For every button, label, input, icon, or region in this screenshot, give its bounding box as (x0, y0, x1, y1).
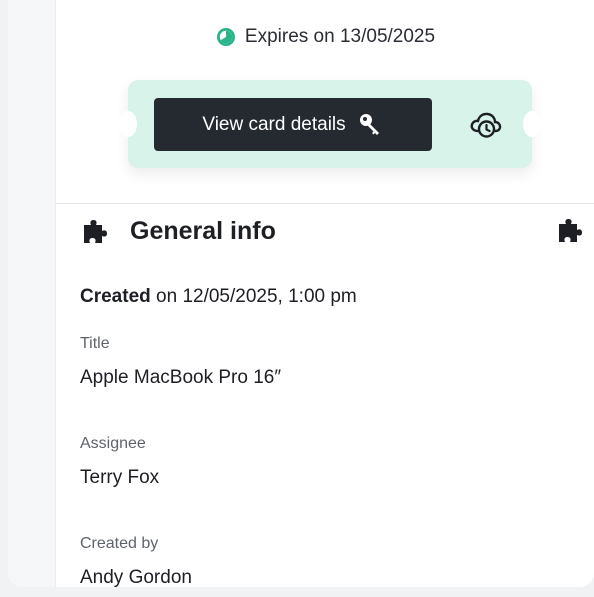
section-title: General info (130, 216, 276, 245)
puzzle-icon (84, 220, 107, 243)
details-panel: Expires on 13/05/2025 View card details (55, 0, 594, 587)
field-label: Created by (80, 535, 159, 552)
ticket-notch-left (119, 111, 137, 137)
cloud-schedule-button[interactable] (468, 108, 504, 142)
section-divider (56, 203, 594, 204)
app-frame: Expires on 13/05/2025 View card details (8, 0, 594, 587)
expiry-line: Expires on 13/05/2025 (56, 26, 594, 48)
created-line: Created on 12/05/2025, 1:00 pm (80, 286, 357, 308)
clock-progress-icon (216, 27, 236, 47)
puzzle-icon[interactable] (555, 214, 587, 246)
cloud-clock-icon (470, 112, 502, 138)
created-date: on 12/05/2025, 1:00 pm (150, 286, 357, 307)
view-card-details-label: View card details (202, 113, 346, 135)
field-label: Assignee (80, 435, 146, 452)
created-by-field: Created by Andy Gordon (80, 535, 192, 587)
field-value: Terry Fox (80, 467, 160, 488)
created-label: Created (80, 286, 151, 307)
ticket-notch-right (523, 111, 541, 137)
expiry-text: Expires on 13/05/2025 (244, 26, 436, 47)
field-value: Andy Gordon (80, 567, 192, 587)
field-value: Apple MacBook Pro 16″ (80, 367, 282, 388)
assignee-field: Assignee Terry Fox (80, 435, 159, 489)
card-ticket: View card details (119, 80, 541, 168)
view-card-details-button[interactable]: View card details (154, 98, 432, 151)
general-info-header: General info (80, 214, 587, 248)
key-icon (358, 112, 384, 138)
field-label: Title (80, 335, 110, 352)
title-field: Title Apple MacBook Pro 16″ (80, 335, 281, 389)
